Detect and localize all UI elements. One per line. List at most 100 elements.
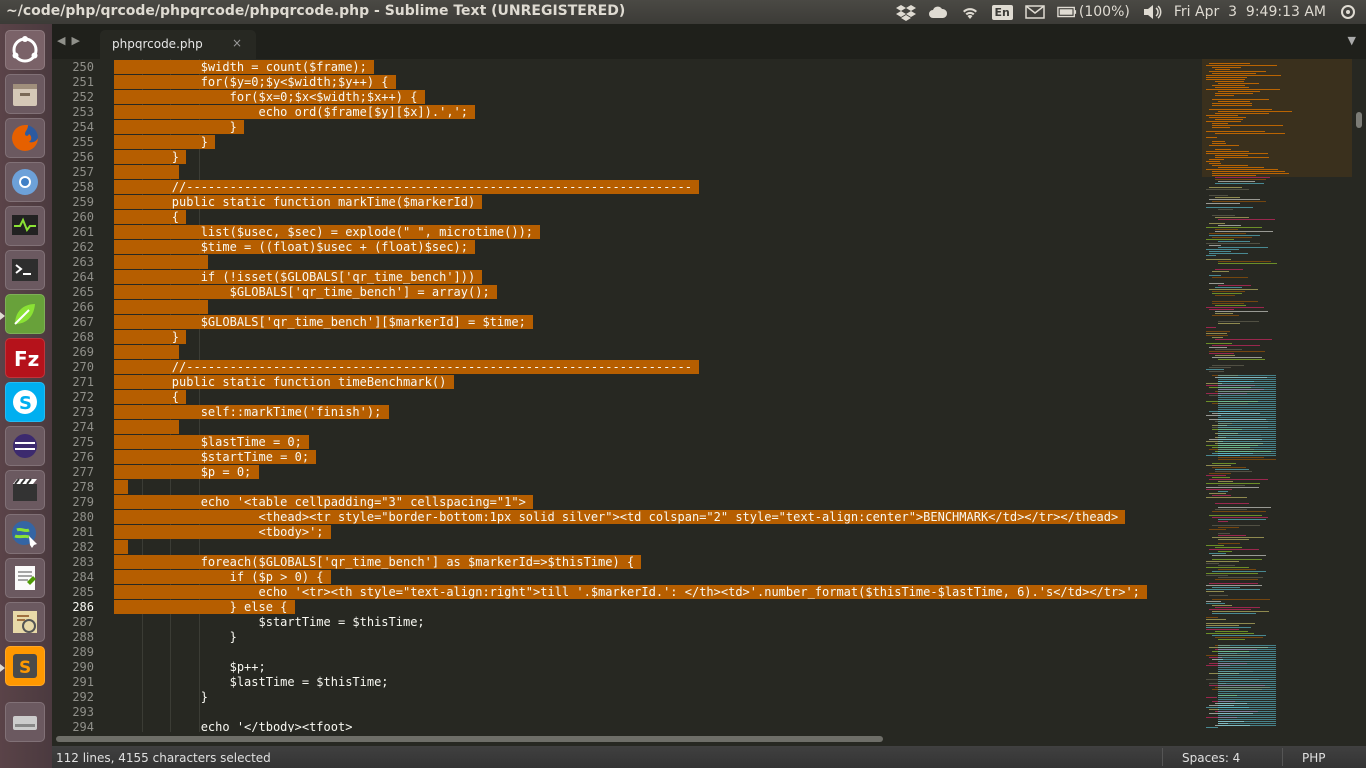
- volume-icon[interactable]: [1142, 3, 1162, 21]
- minimap-line: [1218, 411, 1276, 412]
- code-line: $time = ((float)$usec + (float)$sec);: [114, 240, 476, 255]
- text-editor-icon[interactable]: [5, 558, 45, 598]
- chevron-down-icon[interactable]: ▼: [1348, 34, 1356, 47]
- firefox-icon[interactable]: [5, 118, 45, 158]
- minimap-line: [1212, 127, 1230, 128]
- chromium-icon[interactable]: [5, 162, 45, 202]
- minimap-line: [1215, 149, 1231, 150]
- line-number: 259: [72, 195, 94, 209]
- minimap-line: [1215, 637, 1263, 638]
- minimap-line: [1212, 467, 1246, 468]
- minimap-line: [1206, 633, 1254, 634]
- dropbox-icon[interactable]: [895, 3, 916, 21]
- line-number: 269: [72, 345, 94, 359]
- minimap-line: [1218, 425, 1276, 426]
- code-line: [114, 165, 180, 180]
- tab-phpqrcode[interactable]: phpqrcode.php ×: [100, 30, 256, 59]
- minimap-line: [1218, 455, 1276, 456]
- code-line: public static function markTime($markerI…: [114, 195, 483, 210]
- line-number: 290: [72, 660, 94, 674]
- keyboard-layout-indicator[interactable]: En: [991, 4, 1013, 20]
- leaf-editor-icon[interactable]: [5, 294, 45, 334]
- mail-icon[interactable]: [1025, 3, 1045, 21]
- clock[interactable]: Fri Apr 3 9:49:13 AM: [1174, 4, 1326, 20]
- code-line-text: $startTime = 0;: [114, 450, 317, 464]
- eclipse-icon[interactable]: [5, 426, 45, 466]
- minimap-line: [1209, 253, 1248, 254]
- image-viewer-icon[interactable]: [5, 602, 45, 642]
- minimap-line: [1212, 599, 1270, 600]
- terminal-icon[interactable]: [5, 250, 45, 290]
- minimap-line: [1215, 197, 1240, 198]
- ubuntu-dash-icon[interactable]: [5, 30, 45, 70]
- line-number: 250: [72, 60, 94, 74]
- code-editor[interactable]: 250 251 252 253 254 255 256 257 258 259 260 261 262 2…: [52, 59, 1202, 732]
- code-line: {: [114, 390, 187, 405]
- system-monitor-icon[interactable]: [5, 206, 45, 246]
- line-number: 279: [72, 495, 94, 509]
- code-line: for($y=0;$y<$width;$y++) {: [114, 75, 396, 90]
- minimap-line: [1215, 469, 1249, 470]
- minimap-line: [1212, 315, 1239, 316]
- sublime-text-icon[interactable]: S: [5, 646, 45, 686]
- line-number: 254: [72, 120, 94, 134]
- code-line-text: echo ord($frame[$y][$x]).',';: [114, 105, 476, 119]
- tab-nav-arrows[interactable]: ◀▶: [57, 34, 86, 47]
- syntax-selector[interactable]: PHP: [1302, 751, 1326, 765]
- code-line: $startTime = 0;: [114, 450, 317, 465]
- battery-indicator[interactable]: (100%): [1057, 3, 1130, 21]
- minimap-line: [1215, 69, 1230, 70]
- network-browser-icon[interactable]: [5, 514, 45, 554]
- line-number: 294: [72, 720, 94, 732]
- minimap-line: [1218, 551, 1232, 552]
- cloud-icon[interactable]: [928, 3, 948, 21]
- code-line-text: if ($p > 0) {: [114, 570, 331, 584]
- code-line-text: <thead><tr style="border-bottom:1px soli…: [114, 510, 1126, 524]
- code-line: foreach($GLOBALS['qr_time_bench'] as $ma…: [114, 555, 642, 570]
- minimap-line: [1212, 143, 1226, 144]
- minimap-line: [1218, 713, 1276, 714]
- filezilla-icon[interactable]: Fz: [5, 338, 45, 378]
- indentation-setting[interactable]: Spaces: 4: [1182, 751, 1240, 765]
- close-icon[interactable]: ×: [232, 36, 242, 50]
- code-line-text: [114, 420, 180, 434]
- power-gear-icon[interactable]: [1338, 3, 1358, 21]
- minimap-line: [1215, 157, 1269, 158]
- skype-icon[interactable]: S: [5, 382, 45, 422]
- minimap-line: [1215, 631, 1248, 632]
- code-line: }: [114, 690, 208, 705]
- minimap-line: [1218, 569, 1256, 570]
- vertical-scrollbar[interactable]: [1352, 59, 1366, 732]
- minimap-line: [1209, 529, 1226, 530]
- line-number: 270: [72, 360, 94, 374]
- code-line-text: echo '<tr><th style="text-align:right">t…: [114, 585, 1148, 599]
- horizontal-scroll-thumb[interactable]: [56, 736, 883, 742]
- vertical-scroll-thumb[interactable]: [1356, 112, 1362, 128]
- drive-icon[interactable]: [5, 702, 45, 742]
- video-editor-icon[interactable]: [5, 470, 45, 510]
- minimap-line: [1218, 645, 1276, 646]
- minimap-line: [1218, 421, 1276, 422]
- code-line-text: $p = 0;: [114, 465, 259, 479]
- code-line: $GLOBALS['qr_time_bench'][$markerId] = $…: [114, 315, 534, 330]
- minimap-line: [1218, 399, 1276, 400]
- minimap-line: [1218, 393, 1276, 394]
- minimap-line: [1212, 141, 1225, 142]
- minimap[interactable]: [1202, 59, 1352, 732]
- horizontal-scrollbar[interactable]: [52, 732, 1366, 746]
- line-number: 273: [72, 405, 94, 419]
- minimap-line: [1218, 439, 1276, 440]
- wifi-icon[interactable]: [960, 3, 980, 21]
- code-area[interactable]: $width = count($frame); for($y=0;$y<$wid…: [114, 59, 1202, 732]
- code-line: echo ord($frame[$y][$x]).',';: [114, 105, 476, 120]
- minimap-line: [1206, 561, 1239, 562]
- battery-icon: [1057, 3, 1077, 21]
- minimap-line: [1218, 407, 1276, 408]
- line-number: 276: [72, 450, 94, 464]
- line-number: 264: [72, 270, 94, 284]
- minimap-line: [1209, 187, 1242, 188]
- files-icon[interactable]: [5, 74, 45, 114]
- code-line-text: }: [114, 630, 237, 644]
- minimap-line: [1215, 87, 1249, 88]
- minimap-line: [1215, 349, 1242, 350]
